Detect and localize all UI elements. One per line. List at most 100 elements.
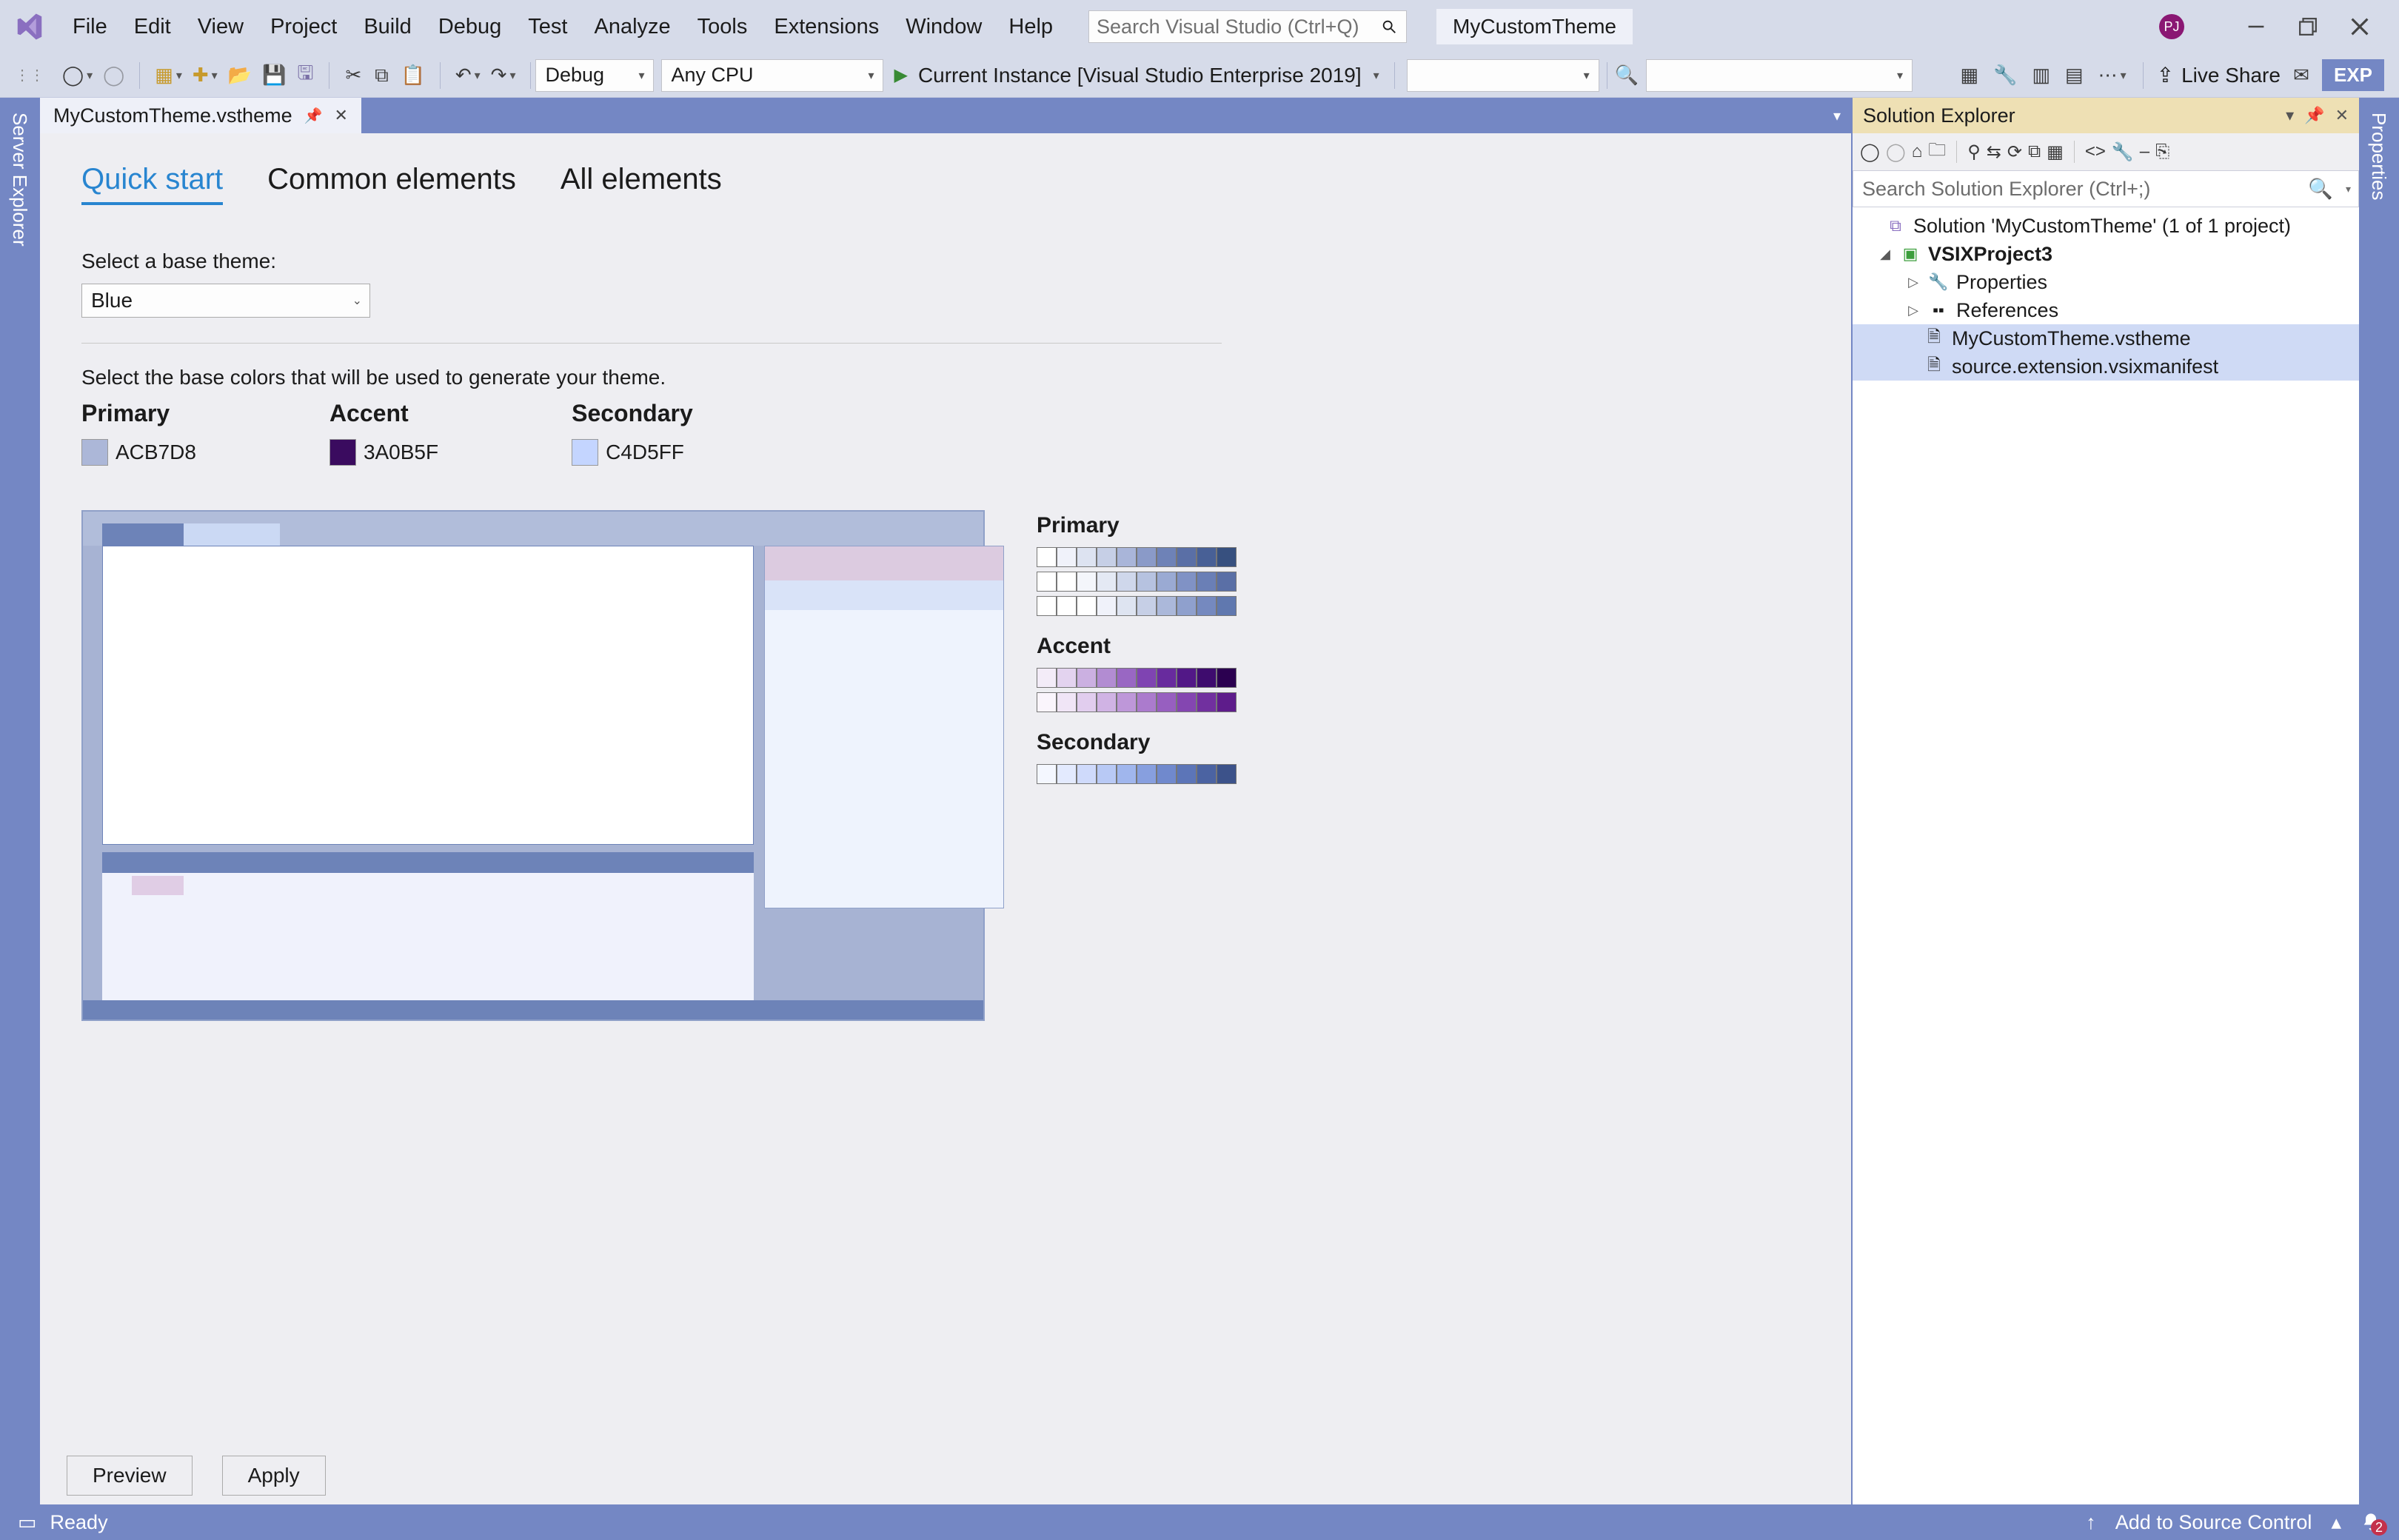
palette-cell[interactable] [1117,596,1137,616]
palette-cell[interactable] [1037,692,1057,712]
palette-cell[interactable] [1217,596,1237,616]
palette-cell[interactable] [1037,547,1057,567]
se-showall-icon[interactable]: ▦ [2047,141,2064,163]
palette-cell[interactable] [1157,596,1177,616]
palette-cell[interactable] [1097,668,1117,688]
rail-server-explorer[interactable]: Server Explorer [0,98,40,1504]
palette-cell[interactable] [1097,596,1117,616]
palette-cell[interactable] [1197,572,1217,592]
save-button[interactable]: 💾 [259,61,289,90]
palette-cell[interactable] [1097,547,1117,567]
expander-icon[interactable]: ▷ [1906,275,1921,290]
se-search-dd-icon[interactable]: ▾ [2346,183,2351,195]
palette-cell[interactable] [1097,764,1117,784]
palette-cell[interactable] [1217,692,1237,712]
redo-button[interactable]: ↷ [488,61,519,90]
solution-platform-combo[interactable]: Any CPU▾ [661,59,883,92]
tab-overflow-icon[interactable]: ▾ [1823,107,1851,125]
solution-explorer-search[interactable]: Search Solution Explorer (Ctrl+;) 🔍 ▾ [1853,170,2359,207]
copy-button[interactable]: ⧉ [369,61,393,90]
find-in-files-button[interactable]: 🔍 [1612,61,1642,90]
window-minimize-icon[interactable] [2246,17,2266,36]
add-source-control[interactable]: Add to Source Control [2115,1511,2312,1534]
palette-cell[interactable] [1037,572,1057,592]
tb-icon-5[interactable]: ⋯ [2095,61,2129,90]
window-menu-icon[interactable]: ▾ [2286,106,2294,125]
secondary-color-picker[interactable]: C4D5FF [572,439,693,466]
palette-cell[interactable] [1157,692,1177,712]
menu-analyze[interactable]: Analyze [580,0,683,53]
pin-tab-icon[interactable]: 📌 [304,107,323,125]
se-collapse-icon[interactable]: ⧉ [2028,141,2041,162]
quick-launch-search[interactable]: Search Visual Studio (Ctrl+Q) [1088,10,1407,43]
solution-config-combo[interactable]: Debug▾ [535,59,654,92]
close-tab-icon[interactable]: ✕ [335,106,348,125]
tab-all-elements[interactable]: All elements [561,163,722,205]
palette-cell[interactable] [1197,764,1217,784]
apply-button[interactable]: Apply [222,1456,326,1496]
palette-cell[interactable] [1157,572,1177,592]
palette-cell[interactable] [1057,692,1077,712]
tab-common-elements[interactable]: Common elements [267,163,516,205]
cut-button[interactable]: ✂ [341,61,365,90]
menu-test[interactable]: Test [515,0,580,53]
preview-button[interactable]: Preview [67,1456,193,1496]
palette-cell[interactable] [1137,547,1157,567]
output-icon[interactable]: ▭ [18,1511,37,1534]
menu-project[interactable]: Project [257,0,350,53]
se-preview-icon[interactable]: ⎘ [2155,141,2169,162]
palette-cell[interactable] [1137,692,1157,712]
palette-cell[interactable] [1217,547,1237,567]
rail-properties[interactable]: Properties [2358,98,2399,1504]
autohide-icon[interactable]: 📌 [2304,106,2324,125]
palette-cell[interactable] [1037,668,1057,688]
palette-cell[interactable] [1097,692,1117,712]
palette-cell[interactable] [1177,692,1197,712]
se-sync-icon[interactable]: ⇆ [1987,141,2001,163]
palette-cell[interactable] [1177,547,1197,567]
palette-cell[interactable] [1057,596,1077,616]
palette-cell[interactable] [1177,764,1197,784]
palette-cell[interactable] [1137,572,1157,592]
se-switch-view-icon[interactable]: 🗀 [1928,137,1946,167]
base-theme-select[interactable]: Blue ⌄ [81,284,370,318]
palette-cell[interactable] [1077,668,1097,688]
palette-cell[interactable] [1157,547,1177,567]
tree-solution-node[interactable]: ⧉ Solution 'MyCustomTheme' (1 of 1 proje… [1853,212,2359,240]
feedback-button[interactable]: ✉ [2289,61,2313,90]
tree-file-vstheme[interactable]: 🗎 MyCustomTheme.vstheme [1853,324,2359,352]
menu-window[interactable]: Window [892,0,995,53]
palette-cell[interactable] [1117,572,1137,592]
menu-build[interactable]: Build [350,0,425,53]
source-control-chevron-icon[interactable]: ▴ [2331,1511,2341,1534]
toolbar-grip-icon[interactable]: ⋮⋮ [15,66,44,84]
menu-extensions[interactable]: Extensions [760,0,892,53]
debug-target-combo[interactable]: ▾ [1407,59,1599,92]
palette-cell[interactable] [1197,547,1217,567]
palette-cell[interactable] [1117,764,1137,784]
close-pane-icon[interactable]: ✕ [2335,106,2349,125]
open-file-button[interactable]: 📂 [225,61,255,90]
palette-cell[interactable] [1137,596,1157,616]
menu-edit[interactable]: Edit [121,0,184,53]
palette-cell[interactable] [1077,596,1097,616]
se-filter-icon[interactable]: ⚲ [1967,141,1981,163]
paste-button[interactable]: 📋 [398,61,427,90]
notifications-button[interactable]: 2 [2360,1512,2381,1533]
palette-cell[interactable] [1197,692,1217,712]
nav-back-button[interactable]: ◯ [59,61,96,90]
se-fwd-icon[interactable]: ◯ [1886,141,1906,163]
solution-explorer-title-bar[interactable]: Solution Explorer ▾ 📌 ✕ [1853,98,2359,133]
palette-primary[interactable] [1037,547,1237,616]
expander-icon[interactable]: ◢ [1878,247,1893,262]
se-properties-icon[interactable]: 🔧 [2112,141,2134,163]
live-share-button[interactable]: ⇪ Live Share [2157,63,2281,87]
se-dash-icon[interactable]: – [2140,141,2149,162]
palette-cell[interactable] [1057,764,1077,784]
tree-references-node[interactable]: ▷ ▪▪ References [1853,296,2359,324]
se-refresh-icon[interactable]: ⟳ [2007,141,2022,163]
nav-fwd-button[interactable]: ◯ [100,61,127,90]
palette-cell[interactable] [1177,572,1197,592]
palette-cell[interactable] [1077,764,1097,784]
palette-cell[interactable] [1097,572,1117,592]
